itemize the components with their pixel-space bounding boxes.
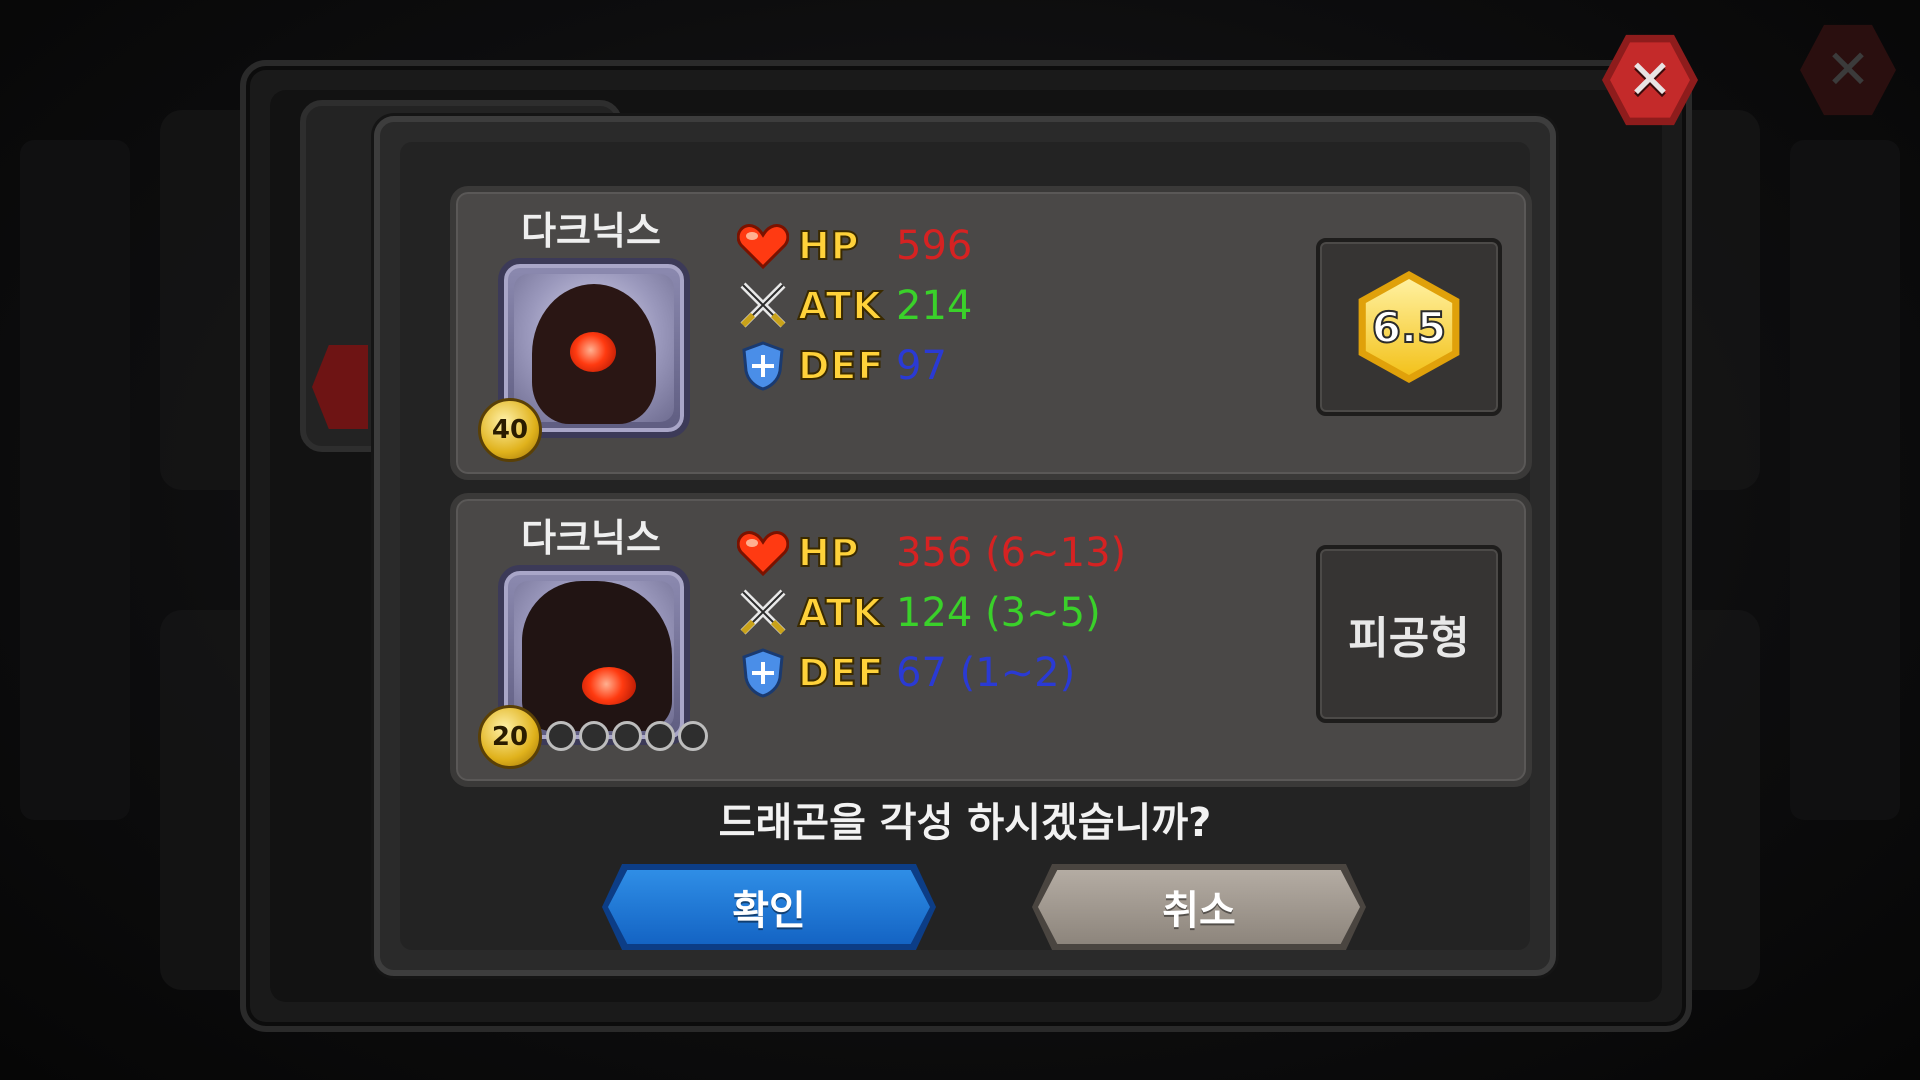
hp-stat-row: HP 596 <box>734 218 972 274</box>
dialog-body: 다크닉스 40 HP 596 ATK 214 DEF 97 6.5 다크닉스 2… <box>400 142 1532 950</box>
empty-star-icon <box>546 721 576 751</box>
grade-box: 6.5 <box>1316 238 1502 416</box>
empty-star-icon <box>678 721 708 751</box>
shield-icon <box>734 648 792 698</box>
game-screen: ✕ ✕ 다크닉스 40 HP 596 ATK 214 DEF 97 6.5 다크… <box>0 0 1920 1080</box>
def-value: 97 <box>896 343 947 389</box>
hp-value: 596 <box>896 223 973 269</box>
grade-badge: 6.5 <box>1358 271 1460 383</box>
dragon-name: 다크닉스 <box>521 516 661 560</box>
level-badge: 20 <box>478 705 542 769</box>
atk-value: 214 <box>896 283 973 329</box>
background-pillar <box>1790 140 1900 820</box>
dragon-name: 다크닉스 <box>521 209 661 253</box>
crossed-swords-icon <box>734 281 792 331</box>
background-close-button: ✕ <box>1800 24 1896 116</box>
hp-label: HP <box>797 223 860 269</box>
def-label: DEF <box>797 650 885 696</box>
close-icon: ✕ <box>1825 38 1871 101</box>
current-dragon-card: 다크닉스 40 HP 596 ATK 214 DEF 97 6.5 <box>450 186 1532 480</box>
def-value: 67 (1~2) <box>896 650 1076 696</box>
crossed-swords-icon <box>734 588 792 638</box>
awaken-dialog: 다크닉스 40 HP 596 ATK 214 DEF 97 6.5 다크닉스 2… <box>374 116 1556 976</box>
dragon-type: 피공형 <box>1348 613 1470 664</box>
dragon-eye <box>582 667 636 705</box>
dragon-eye <box>570 332 616 372</box>
empty-star-icon <box>579 721 609 751</box>
confirm-button[interactable]: 확인 <box>602 864 936 950</box>
hp-label: HP <box>797 530 860 576</box>
heart-icon <box>734 221 792 271</box>
confirm-button-label: 확인 <box>732 888 806 934</box>
def-stat-row: DEF 97 <box>734 338 947 394</box>
atk-value: 124 (3~5) <box>896 590 1101 636</box>
empty-star-icon <box>612 721 642 751</box>
cancel-button-label: 취소 <box>1162 888 1236 934</box>
background-pillar <box>20 140 130 820</box>
atk-label: ATK <box>797 590 883 636</box>
confirm-question: 드래곤을 각성 하시겠습니까? <box>718 800 1212 846</box>
star-rating <box>546 721 708 751</box>
shield-icon <box>734 341 792 391</box>
atk-label: ATK <box>797 283 883 329</box>
atk-stat-row: ATK 214 <box>734 278 972 334</box>
awakened-dragon-card: 다크닉스 20 HP 356 (6~13) ATK 124 (3~5) DEF … <box>450 493 1532 787</box>
grade-value: 6.5 <box>1371 302 1447 353</box>
level-badge: 40 <box>478 398 542 462</box>
hp-stat-row: HP 356 (6~13) <box>734 525 1126 581</box>
type-box: 피공형 <box>1316 545 1502 723</box>
def-stat-row: DEF 67 (1~2) <box>734 645 1075 701</box>
hp-value: 356 (6~13) <box>896 530 1127 576</box>
atk-stat-row: ATK 124 (3~5) <box>734 585 1101 641</box>
heart-icon <box>734 528 792 578</box>
empty-star-icon <box>645 721 675 751</box>
cancel-button[interactable]: 취소 <box>1032 864 1366 950</box>
def-label: DEF <box>797 343 885 389</box>
close-icon: ✕ <box>1627 48 1673 111</box>
